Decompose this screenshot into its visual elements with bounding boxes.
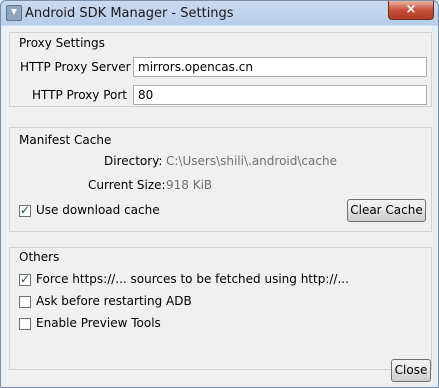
settings-window: Android SDK Manager - Settings × Proxy S…	[0, 0, 439, 388]
manifest-cache-title: Manifest Cache	[19, 133, 112, 147]
ask-before-restart-adb-label[interactable]: Ask before restarting ADB	[36, 294, 192, 308]
proxy-settings-group: Proxy Settings HTTP Proxy Server mirrors…	[9, 32, 432, 107]
use-download-cache-label[interactable]: Use download cache	[36, 203, 160, 217]
directory-label: Directory:	[104, 154, 163, 168]
others-group: Others Force https://... sources to be f…	[9, 247, 432, 370]
directory-value: C:\Users\shili\.android\cache	[166, 154, 337, 168]
dialog-body: Proxy Settings HTTP Proxy Server mirrors…	[7, 27, 432, 383]
http-proxy-port-label: HTTP Proxy Port	[32, 88, 127, 102]
close-button[interactable]: Close	[391, 359, 431, 382]
current-size-label: Current Size:	[88, 178, 166, 192]
clear-cache-button[interactable]: Clear Cache	[347, 199, 426, 222]
enable-preview-tools-checkbox[interactable]	[19, 318, 31, 330]
force-http-checkbox[interactable]	[19, 272, 31, 286]
others-title: Others	[19, 250, 60, 264]
http-proxy-server-input[interactable]: mirrors.opencas.cn	[133, 57, 427, 77]
current-size-value: 918 KiB	[166, 178, 213, 192]
proxy-settings-title: Proxy Settings	[19, 36, 105, 50]
enable-preview-tools-label[interactable]: Enable Preview Tools	[36, 316, 161, 330]
manifest-cache-group: Manifest Cache Directory: C:\Users\shili…	[9, 127, 432, 232]
window-close-button[interactable]: ×	[388, 1, 434, 20]
download-icon	[6, 5, 22, 21]
http-proxy-port-input[interactable]: 80	[133, 85, 427, 105]
force-http-label[interactable]: Force https://... sources to be fetched …	[36, 272, 349, 286]
window-title: Android SDK Manager - Settings	[25, 6, 234, 21]
http-proxy-server-label: HTTP Proxy Server	[20, 60, 131, 74]
use-download-cache-checkbox[interactable]	[19, 203, 31, 217]
title-bar[interactable]: Android SDK Manager - Settings ×	[1, 1, 438, 25]
ask-before-restart-adb-checkbox[interactable]	[19, 296, 31, 308]
